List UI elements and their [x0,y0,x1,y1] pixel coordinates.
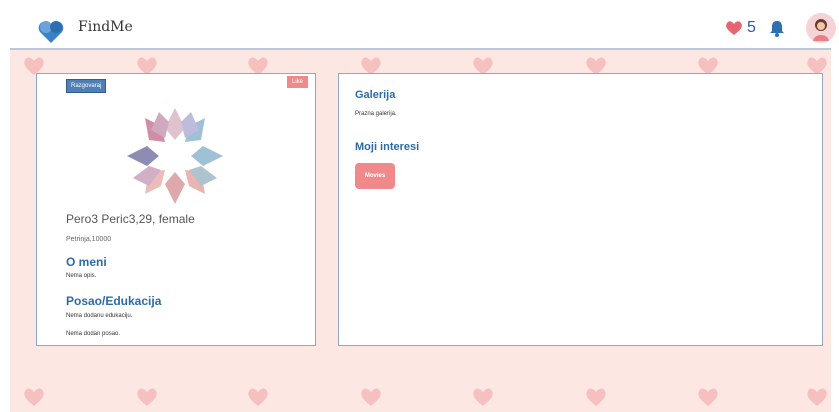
bg-heart-icon [137,388,157,406]
bg-heart-icon [473,388,493,406]
heart-icon [726,21,742,35]
interests-title: Moji interesi [355,141,420,153]
bg-heart-icon [807,388,827,406]
bg-heart-icon [361,388,381,406]
bg-heart-icon [586,388,606,406]
avatar-icon [813,19,829,41]
bell-icon[interactable] [769,20,785,37]
gallery-title: Galerija [355,89,396,101]
avatar[interactable] [806,13,836,43]
profile-avatar-image [127,108,223,204]
top-nav-bar: FindMe 5 [10,8,836,50]
chat-button[interactable]: Razgovaraj [66,79,107,93]
profile-location: Petrinja,10000 [66,236,112,243]
gallery-empty-text: Prazna galerija. [355,111,397,117]
likes-counter[interactable]: 5 [725,19,756,37]
profile-card: Razgovaraj Like Pero3 Peric3,29, female … [36,73,316,346]
education-text: Nema dodanu edukaciju. [66,313,133,319]
bg-heart-icon [698,388,718,406]
like-button[interactable]: Like [286,76,308,88]
likes-count: 5 [747,19,756,36]
interest-chip-movies[interactable]: Movies [355,163,395,189]
job-text: Nema dodan posao. [66,331,121,337]
app-logo-icon[interactable] [37,17,65,45]
about-title: O meni [66,255,107,269]
about-text: Nema opis. [66,273,97,279]
bg-heart-icon [24,388,44,406]
gallery-card: Galerija Prazna galerija. Moji interesi … [338,73,823,346]
app-title[interactable]: FindMe [78,19,133,35]
profile-name: Pero3 Peric3,29, female [66,212,195,226]
work-title: Posao/Edukacija [66,294,162,308]
bg-heart-icon [248,388,268,406]
